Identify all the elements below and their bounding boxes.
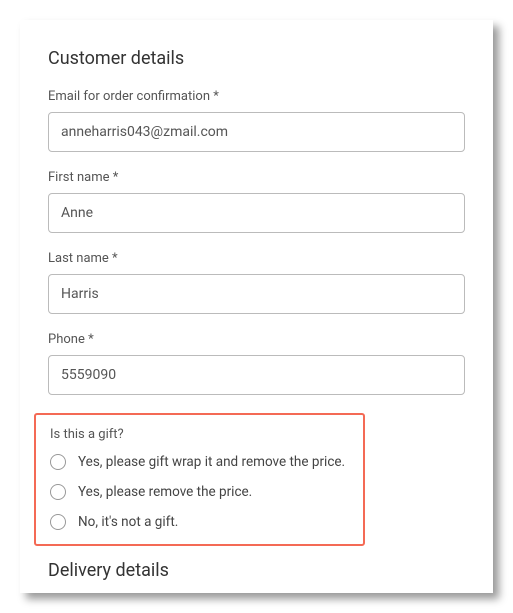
last-name-input[interactable] xyxy=(48,274,465,314)
first-name-label: First name * xyxy=(48,170,465,185)
phone-field-group: Phone * xyxy=(48,332,465,395)
delivery-details-heading: Delivery details xyxy=(48,560,465,581)
radio-icon[interactable] xyxy=(50,454,66,470)
gift-option-remove-price[interactable]: Yes, please remove the price. xyxy=(50,484,349,500)
phone-input[interactable] xyxy=(48,355,465,395)
phone-label: Phone * xyxy=(48,332,465,347)
gift-option-label: Yes, please remove the price. xyxy=(78,484,252,500)
gift-option-no[interactable]: No, it's not a gift. xyxy=(50,514,349,530)
radio-icon[interactable] xyxy=(50,514,66,530)
first-name-input[interactable] xyxy=(48,193,465,233)
first-name-field-group: First name * xyxy=(48,170,465,233)
gift-option-label: No, it's not a gift. xyxy=(78,514,178,530)
gift-question-label: Is this a gift? xyxy=(50,427,349,442)
email-input[interactable] xyxy=(48,112,465,152)
gift-option-wrap-remove[interactable]: Yes, please gift wrap it and remove the … xyxy=(50,454,349,470)
radio-icon[interactable] xyxy=(50,484,66,500)
last-name-field-group: Last name * xyxy=(48,251,465,314)
last-name-label: Last name * xyxy=(48,251,465,266)
gift-highlight-box: Is this a gift? Yes, please gift wrap it… xyxy=(34,413,365,546)
gift-option-label: Yes, please gift wrap it and remove the … xyxy=(78,454,345,470)
email-label: Email for order confirmation * xyxy=(48,89,465,104)
form-page: Customer details Email for order confirm… xyxy=(20,20,493,593)
email-field-group: Email for order confirmation * xyxy=(48,89,465,152)
customer-details-heading: Customer details xyxy=(48,48,465,69)
